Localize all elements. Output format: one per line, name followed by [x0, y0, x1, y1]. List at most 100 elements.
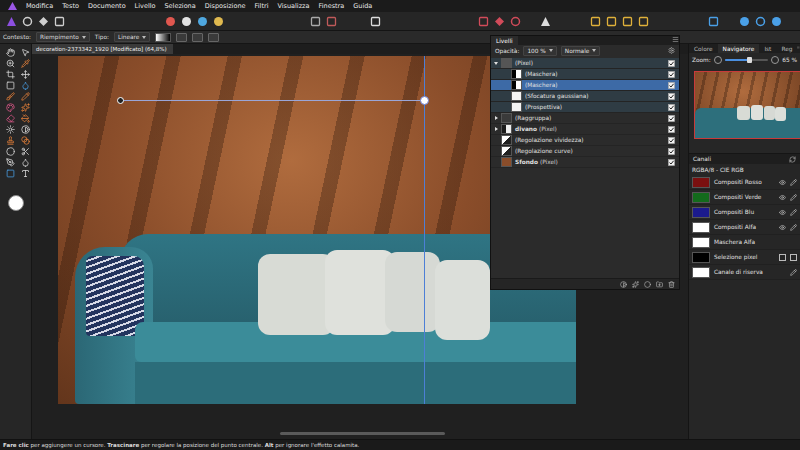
tool-button[interactable]: [4, 135, 16, 145]
tool-button[interactable]: [19, 168, 31, 178]
menu-item[interactable]: Guida: [353, 3, 372, 10]
layer-expander[interactable]: [491, 127, 501, 131]
tool-button[interactable]: [4, 157, 16, 167]
horizontal-scrollbar[interactable]: [280, 432, 445, 435]
marquee-mode-icon[interactable]: [310, 16, 321, 27]
visibility-checkbox[interactable]: [668, 104, 675, 111]
mask-icon[interactable]: [644, 281, 651, 288]
menu-item[interactable]: Disposizione: [205, 3, 246, 10]
eye-icon[interactable]: [779, 209, 786, 216]
visibility-checkbox[interactable]: [668, 60, 675, 67]
menu-item[interactable]: Documento: [88, 3, 126, 10]
tool-button[interactable]: [4, 102, 16, 112]
boolean-intersect-icon[interactable]: [771, 16, 782, 27]
visibility-checkbox[interactable]: [668, 126, 675, 133]
color-balance-icon[interactable]: [197, 16, 208, 27]
app-logo-icon[interactable]: [8, 2, 17, 10]
tool-button[interactable]: [19, 157, 31, 167]
panel-tab[interactable]: Navigatore: [718, 44, 760, 53]
reverse-button[interactable]: [192, 33, 203, 42]
visibility-checkbox[interactable]: [668, 159, 675, 166]
visibility-checkbox[interactable]: [668, 71, 675, 78]
channel-row[interactable]: Compositi Rosso: [689, 175, 800, 190]
pencil-icon[interactable]: [790, 224, 797, 231]
tool-button[interactable]: [4, 146, 16, 156]
layer-row[interactable]: (Maschera): [491, 80, 679, 91]
save-selection-icon[interactable]: [790, 254, 797, 261]
boolean-subtract-icon[interactable]: [755, 16, 766, 27]
arrange-front-icon[interactable]: [638, 16, 649, 27]
tool-button[interactable]: [19, 146, 31, 156]
eye-icon[interactable]: [779, 194, 786, 201]
zoom-out-button[interactable]: [714, 56, 722, 64]
layer-row[interactable]: (Regolazione curve): [491, 146, 679, 157]
tool-button[interactable]: [4, 113, 16, 123]
tool-button[interactable]: [19, 91, 31, 101]
menu-item[interactable]: Testo: [62, 3, 79, 10]
menu-item[interactable]: Finestra: [318, 3, 344, 10]
menu-item[interactable]: Seleziona: [164, 3, 195, 10]
channel-row[interactable]: Compositi Verde: [689, 190, 800, 205]
expander-icon[interactable]: [494, 62, 498, 65]
pencil-icon[interactable]: [790, 179, 797, 186]
snap-icon[interactable]: [478, 16, 489, 27]
panel-tab[interactable]: Livelli: [491, 36, 518, 45]
layer-expander[interactable]: [491, 116, 501, 120]
menu-item[interactable]: Modifica: [26, 3, 53, 10]
tool-button[interactable]: [4, 69, 16, 79]
layer-row[interactable]: (Regolazione vividezza): [491, 135, 679, 146]
zoom-slider-knob[interactable]: [747, 57, 752, 63]
visibility-checkbox[interactable]: [668, 115, 675, 122]
gear-icon[interactable]: [668, 47, 675, 54]
type-dropdown[interactable]: Lineare: [114, 32, 150, 42]
zoom-slider[interactable]: [725, 59, 769, 61]
white-balance-icon[interactable]: [213, 16, 224, 27]
snap-options-icon[interactable]: [494, 16, 505, 27]
visibility-checkbox[interactable]: [668, 148, 675, 155]
document-tab[interactable]: decoration-2373342_1920 [Modificato] (64…: [32, 44, 173, 54]
channel-row[interactable]: Selezione pixel: [689, 250, 800, 265]
tool-button[interactable]: [19, 113, 31, 123]
export-persona-icon[interactable]: [54, 16, 65, 27]
layer-row[interactable]: (Prospettiva): [491, 102, 679, 113]
menu-item[interactable]: Visualizza: [277, 3, 309, 10]
tool-button[interactable]: [4, 47, 16, 57]
layer-row[interactable]: Sfondo(Pixel): [491, 157, 679, 168]
channel-row[interactable]: Maschera Alfa: [689, 235, 800, 250]
navigator-preview[interactable]: [694, 71, 800, 139]
blend-mode-dropdown[interactable]: Normale: [561, 46, 601, 56]
layer-row[interactable]: (Pixel): [491, 58, 679, 69]
quick-mask-icon[interactable]: [370, 16, 381, 27]
layer-row[interactable]: divano(Pixel): [491, 124, 679, 135]
channel-row[interactable]: Compositi Blu: [689, 205, 800, 220]
contrast-icon[interactable]: [181, 16, 192, 27]
visibility-checkbox[interactable]: [668, 93, 675, 100]
refresh-icon[interactable]: [789, 156, 796, 163]
tool-button[interactable]: [19, 124, 31, 134]
panel-tab[interactable]: Ist: [759, 44, 776, 53]
visibility-checkbox[interactable]: [668, 82, 675, 89]
tool-button[interactable]: [19, 47, 31, 57]
tool-button[interactable]: [19, 102, 31, 112]
pencil-icon[interactable]: [790, 209, 797, 216]
menu-item[interactable]: Livello: [135, 3, 156, 10]
fx-icon[interactable]: [632, 281, 639, 288]
visibility-checkbox[interactable]: [668, 137, 675, 144]
boolean-add-icon[interactable]: [739, 16, 750, 27]
tool-button[interactable]: [19, 80, 31, 90]
panel-menu-icon[interactable]: [672, 36, 679, 43]
panel-menu-icon[interactable]: [797, 44, 800, 51]
gradient-end-handle[interactable]: [420, 96, 429, 105]
channel-row[interactable]: Canale di riserva: [689, 265, 800, 280]
eye-icon[interactable]: [779, 224, 786, 231]
layer-row[interactable]: (Raggruppa): [491, 113, 679, 124]
fill-dropdown[interactable]: Riempimento: [36, 32, 90, 42]
gradient-line[interactable]: [120, 100, 424, 101]
opacity-dropdown[interactable]: 100 %: [523, 46, 556, 56]
arrange-back-icon[interactable]: [590, 16, 601, 27]
expander-icon[interactable]: [495, 116, 498, 120]
tool-button[interactable]: [19, 58, 31, 68]
arrange-backward-icon[interactable]: [606, 16, 617, 27]
tool-button[interactable]: [19, 135, 31, 145]
zoom-in-button[interactable]: [771, 56, 779, 64]
